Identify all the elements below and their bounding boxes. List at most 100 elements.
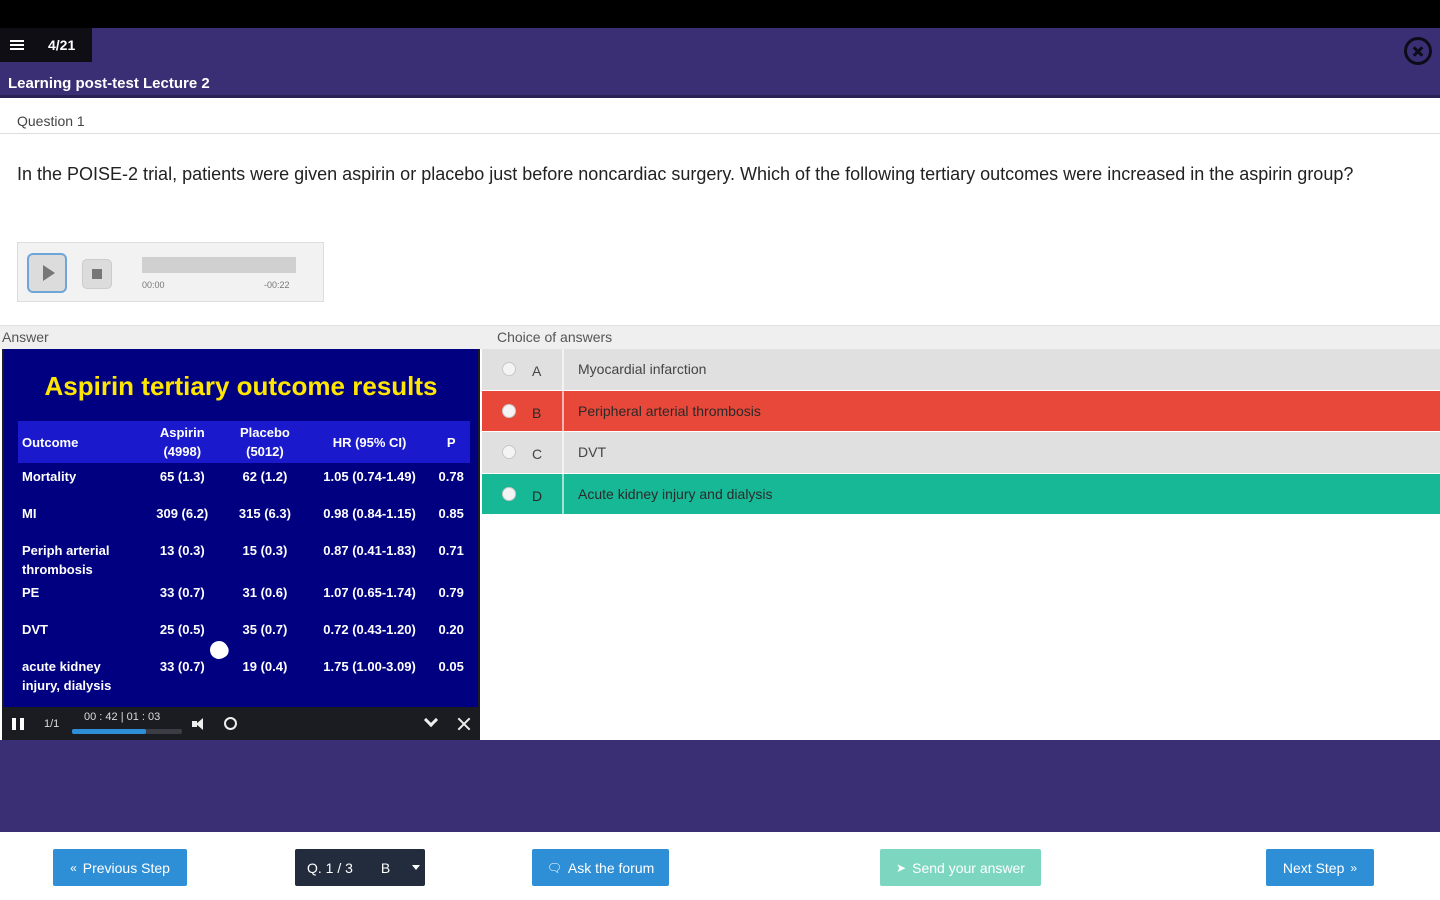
radio-button[interactable] — [502, 362, 516, 376]
player-progress-fill — [72, 729, 146, 734]
audio-remaining-time: -00:22 — [264, 280, 290, 290]
cell-aspirin: 309 (6.2) — [156, 506, 209, 521]
slide-viewer: Aspirin tertiary outcome results Outcome… — [2, 349, 480, 740]
choice-d[interactable]: D Acute kidney injury and dialysis — [482, 473, 1440, 515]
pause-icon[interactable] — [12, 718, 24, 730]
close-icon[interactable] — [1404, 37, 1432, 65]
header-bar: 4/21 Learning post-test Lecture 2 — [0, 28, 1440, 98]
question-counter: Q. 1 / 3 — [307, 859, 353, 876]
audio-seek-bar[interactable] — [142, 257, 296, 273]
cell-p: 0.05 — [438, 659, 464, 674]
cell-p: 0.85 — [438, 506, 464, 521]
selected-answer: B — [380, 859, 391, 876]
choice-list: A Myocardial infarction B Peripheral art… — [482, 349, 1440, 515]
cell-p: 0.71 — [438, 543, 464, 558]
cell-p: 0.79 — [438, 585, 464, 600]
cell-outcome: acute kidney injury, dialysis — [22, 659, 112, 693]
choice-a[interactable]: A Myocardial infarction — [482, 349, 1440, 391]
cell-outcome: PE — [22, 585, 40, 600]
radio-button[interactable] — [502, 403, 516, 418]
cell-placebo: 19 (0.4) — [242, 659, 288, 674]
choice-text: Acute kidney injury and dialysis — [578, 485, 773, 502]
cell-outcome: MI — [22, 506, 37, 521]
column-header: HR (95% CI) — [306, 421, 433, 463]
audio-current-time: 00:00 — [142, 280, 165, 290]
cell-aspirin: 13 (0.3) — [159, 543, 205, 558]
table-row: DVT 25 (0.5) 35 (0.7) 0.72 (0.43-1.20) 0… — [18, 616, 470, 653]
question-text: In the POISE-2 trial, patients were give… — [17, 164, 1354, 184]
divider — [0, 133, 1440, 134]
table-row: Mortality 65 (1.3) 62 (1.2) 1.05 (0.74-1… — [18, 463, 470, 500]
comments-icon: 🗨 — [546, 860, 562, 875]
double-chevron-right-icon: » — [1350, 860, 1358, 875]
radio-button[interactable] — [502, 486, 516, 501]
cell-p: 0.20 — [438, 622, 464, 637]
radio-button[interactable] — [502, 445, 516, 459]
next-step-button[interactable]: Next Step » — [1266, 849, 1374, 886]
paper-plane-icon: ➤ — [896, 860, 907, 875]
choice-letter: B — [532, 404, 542, 421]
choice-b[interactable]: B Peripheral arterial thrombosis — [482, 390, 1440, 432]
status-bar — [0, 0, 1440, 28]
cell-aspirin: 65 (1.3) — [159, 469, 205, 484]
lecture-title: Learning post-test Lecture 2 — [8, 75, 210, 92]
question-label: Question 1 — [17, 113, 85, 129]
ask-forum-label: Ask the forum — [567, 859, 655, 876]
volume-icon[interactable] — [192, 717, 206, 731]
cell-hr: 0.87 (0.41-1.83) — [323, 543, 416, 558]
cell-p: 0.78 — [438, 469, 464, 484]
slide-page-counter: 1/1 — [44, 718, 60, 730]
table-header-row: Outcome Aspirin (4998) Placebo (5012) HR… — [18, 421, 470, 463]
cell-hr: 0.98 (0.84-1.15) — [323, 506, 416, 521]
cell-outcome: Mortality — [22, 469, 77, 484]
divider — [562, 432, 564, 473]
progress-text: 4/21 — [48, 37, 76, 53]
cell-aspirin: 33 (0.7) — [159, 585, 205, 600]
audio-player: 00:00 -00:22 — [17, 242, 324, 302]
question-selector[interactable]: Q. 1 / 3 B — [295, 849, 425, 886]
play-button[interactable] — [27, 253, 67, 293]
choice-text: Myocardial infarction — [578, 361, 707, 377]
table-row: MI 309 (6.2) 315 (6.3) 0.98 (0.84-1.15) … — [18, 500, 470, 537]
cell-hr: 1.07 (0.65-1.74) — [323, 585, 416, 600]
player-seek-bar[interactable] — [72, 729, 182, 734]
slide: Aspirin tertiary outcome results Outcome… — [4, 349, 478, 707]
replay-icon[interactable] — [224, 717, 237, 730]
menu-icon[interactable] — [10, 40, 24, 50]
fullscreen-icon[interactable] — [457, 717, 471, 731]
divider — [562, 473, 564, 514]
column-header: P — [432, 421, 470, 463]
choice-letter: A — [532, 363, 542, 379]
content-band — [0, 740, 1440, 832]
previous-step-label: Previous Step — [82, 859, 170, 876]
choice-letter: C — [532, 446, 543, 462]
cell-placebo: 315 (6.3) — [238, 506, 291, 521]
cell-hr: 0.72 (0.43-1.20) — [323, 622, 416, 637]
slide-title: Aspirin tertiary outcome results — [44, 371, 438, 401]
previous-step-button[interactable]: « Previous Step — [53, 849, 187, 886]
cell-placebo: 62 (1.2) — [242, 469, 288, 484]
caret-down-icon — [412, 865, 421, 870]
divider — [562, 390, 564, 431]
table-row: PE 33 (0.7) 31 (0.6) 1.07 (0.65-1.74) 0.… — [18, 579, 470, 616]
double-chevron-left-icon: « — [70, 860, 77, 875]
choice-c[interactable]: C DVT — [482, 432, 1440, 474]
column-header: Outcome — [18, 421, 142, 463]
choice-text: Peripheral arterial thrombosis — [578, 402, 761, 419]
column-header: Aspirin (4998) — [141, 421, 224, 463]
stop-button[interactable] — [82, 259, 112, 289]
cell-placebo: 15 (0.3) — [242, 543, 288, 558]
send-answer-label: Send your answer — [912, 859, 1025, 876]
outcome-table: Outcome Aspirin (4998) Placebo (5012) HR… — [18, 421, 470, 695]
cell-placebo: 31 (0.6) — [242, 585, 288, 600]
send-answer-button[interactable]: ➤ Send your answer — [880, 849, 1041, 886]
footer-navigation: « Previous Step Q. 1 / 3 B 🗨 Ask the for… — [0, 832, 1440, 900]
player-time: 00 : 42 | 01 : 03 — [84, 711, 161, 723]
divider — [562, 349, 564, 390]
progress-indicator[interactable]: 4/21 — [0, 28, 92, 62]
cell-placebo: 35 (0.7) — [242, 622, 288, 637]
ask-forum-button[interactable]: 🗨 Ask the forum — [532, 849, 669, 886]
cell-outcome: Periph arterial thrombosis — [22, 543, 110, 577]
table-row: acute kidney injury, dialysis 33 (0.7) 1… — [18, 653, 470, 695]
chevron-down-icon[interactable] — [423, 712, 439, 728]
